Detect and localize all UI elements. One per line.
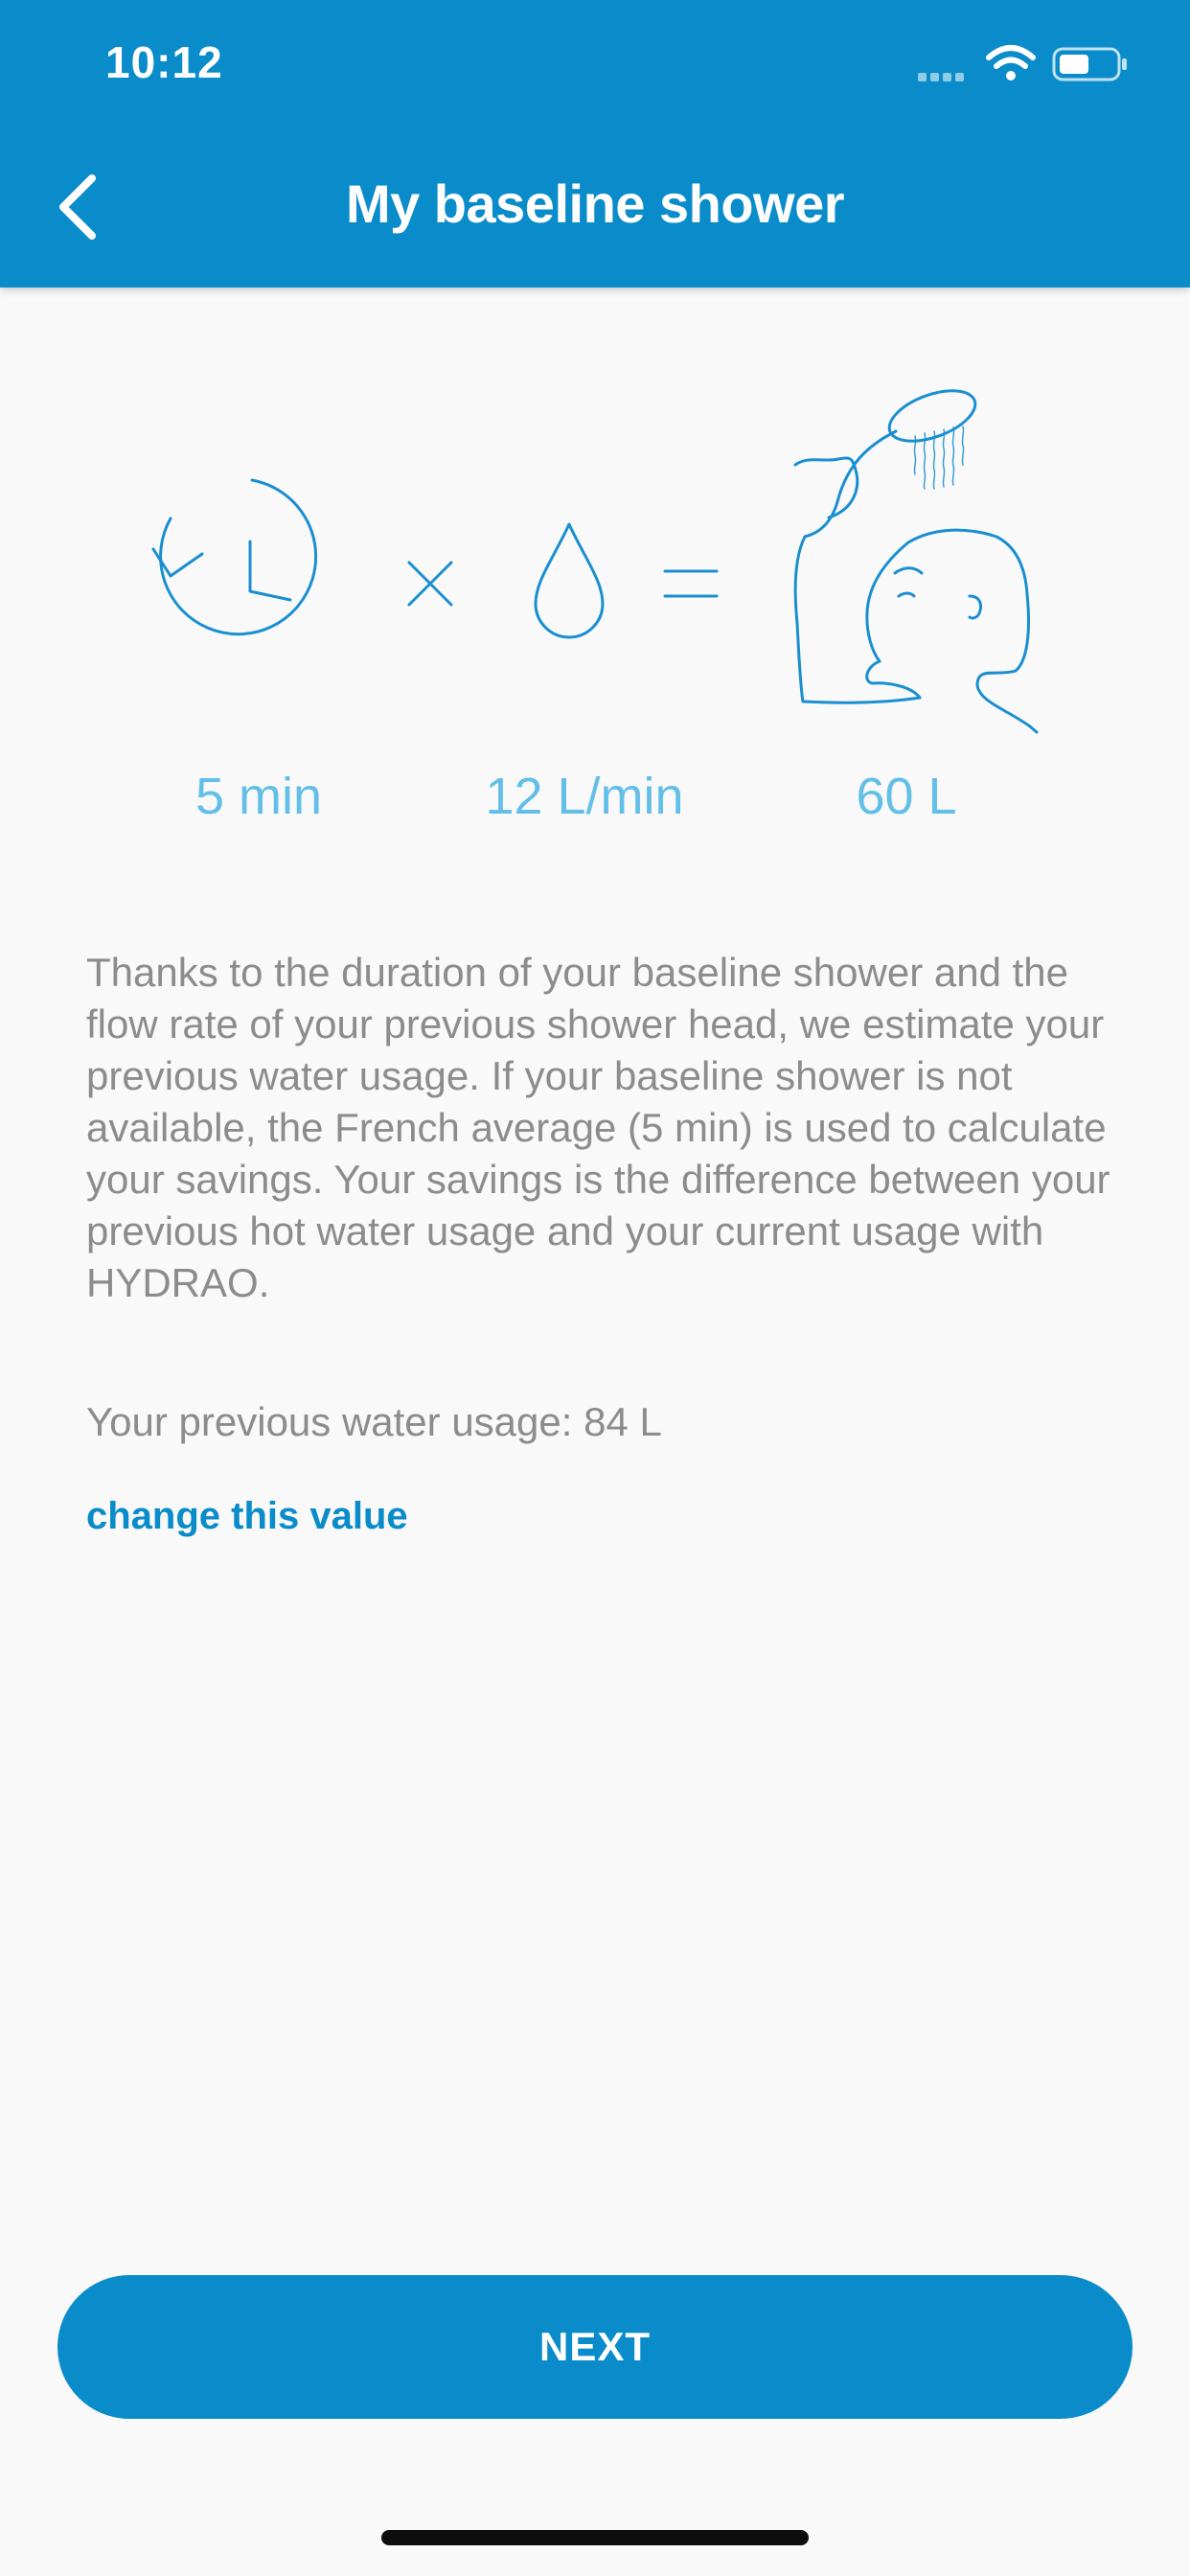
equals-icon xyxy=(663,569,719,598)
flow-rate-value: 12 L/min xyxy=(485,768,684,825)
explanation-text: Thanks to the duration of your baseline … xyxy=(86,950,1110,1305)
duration-value: 5 min xyxy=(195,768,323,825)
next-button[interactable]: NEXT xyxy=(57,2275,1133,2419)
page-title: My baseline shower xyxy=(345,173,845,234)
previous-water-usage-text: Your previous water usage: 84 L xyxy=(86,1399,662,1444)
person-showering-icon xyxy=(793,389,1039,734)
navigation-header: 10:12 My baseline shower xyxy=(0,0,1190,288)
home-indicator xyxy=(381,2530,809,2545)
total-water-value: 60 L xyxy=(856,768,957,825)
change-value-link[interactable]: change this value xyxy=(86,1487,408,1545)
baseline-formula-illustration xyxy=(151,389,1039,734)
clock-icon xyxy=(151,478,318,636)
multiply-icon xyxy=(407,561,453,607)
status-time: 10:12 xyxy=(105,37,223,87)
battery-icon xyxy=(1052,47,1127,81)
water-drop-icon xyxy=(534,522,605,639)
cellular-signal-icon xyxy=(918,69,972,81)
wifi-icon xyxy=(986,45,1036,80)
